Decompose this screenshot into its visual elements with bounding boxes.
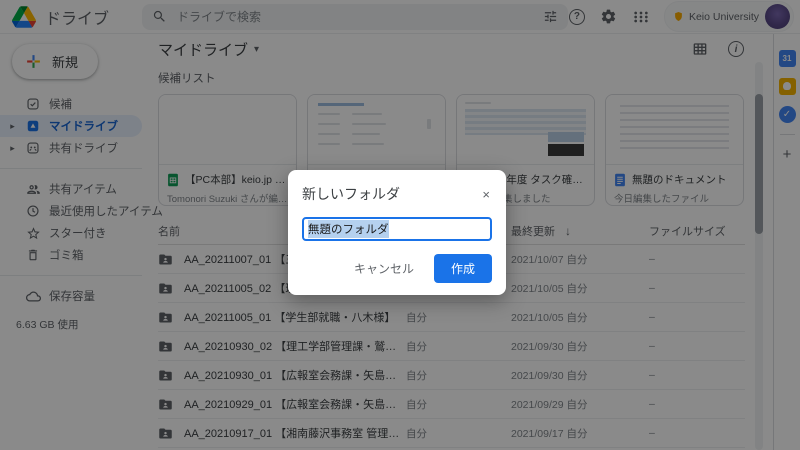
close-icon[interactable]: × <box>480 186 492 203</box>
folder-name-input[interactable]: 無題のフォルダ <box>302 217 492 241</box>
create-button[interactable]: 作成 <box>434 254 492 283</box>
folder-name-value: 無題のフォルダ <box>308 220 389 238</box>
google-drive-window: ドライブ ? Keio U <box>0 0 800 450</box>
cancel-button[interactable]: キャンセル <box>344 254 424 283</box>
dialog-title: 新しいフォルダ <box>302 184 400 204</box>
new-folder-dialog: 新しいフォルダ × 無題のフォルダ キャンセル 作成 <box>288 170 506 295</box>
